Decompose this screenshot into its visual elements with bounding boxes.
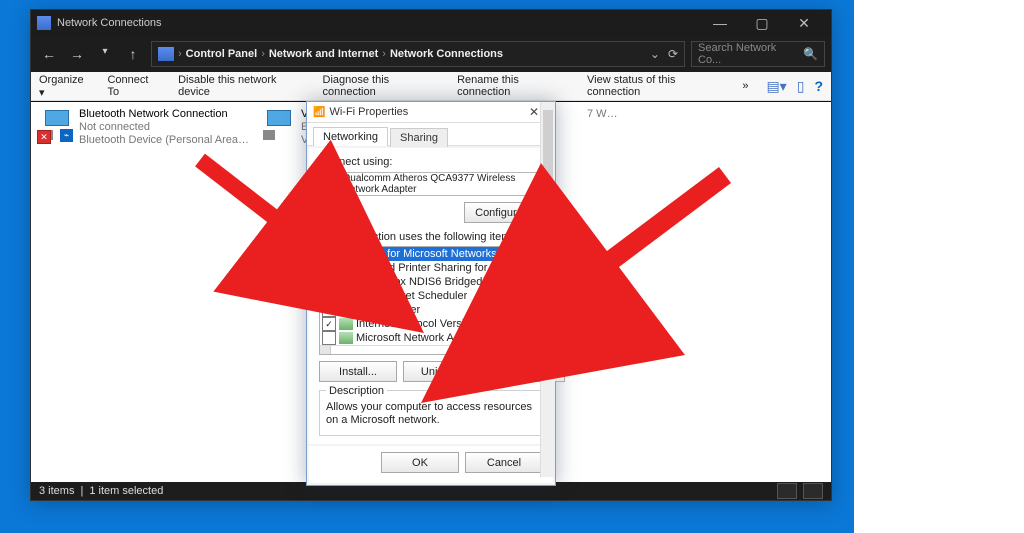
search-icon: 🔍 xyxy=(803,47,818,61)
view-list-icon[interactable] xyxy=(777,483,797,499)
items-label: This connection uses the following items… xyxy=(319,231,543,243)
wifi-properties-dialog: 📶 Wi-Fi Properties ✕ Networking Sharing … xyxy=(306,101,556,486)
breadcrumb-a[interactable]: Control Panel xyxy=(186,48,258,60)
item-icon xyxy=(339,318,353,330)
item-checkbox[interactable] xyxy=(322,331,336,345)
connect-using-label: Connect using: xyxy=(319,156,543,168)
viewstatus-button[interactable]: View status of this connection xyxy=(587,74,724,98)
search-input[interactable]: Search Network Co... 🔍 xyxy=(691,41,825,67)
dialog-titlebar[interactable]: 📶 Wi-Fi Properties ✕ xyxy=(307,102,555,123)
listbox-item[interactable]: Microsoft Network Adapter Multiplexor Pr… xyxy=(320,331,542,345)
toolbar-more[interactable]: » xyxy=(742,80,748,92)
minimize-button[interactable]: — xyxy=(699,10,741,36)
adapter-icon xyxy=(324,177,337,191)
desktop-background: Network Connections — ▢ ✕ ← → ▾ ↑ › Cont… xyxy=(0,0,1024,533)
item-icon xyxy=(339,290,353,302)
disconnected-icon: ✕ xyxy=(37,130,51,144)
maximize-button[interactable]: ▢ xyxy=(741,10,783,36)
window-titlebar[interactable]: Network Connections — ▢ ✕ xyxy=(31,10,831,36)
description-text: Allows your computer to access resources… xyxy=(326,401,536,427)
nav-bar: ← → ▾ ↑ › Control Panel › Network and In… xyxy=(31,36,831,72)
listbox-horizontal-scrollbar[interactable] xyxy=(320,345,542,354)
recent-button[interactable]: ▾ xyxy=(93,46,117,62)
window-title: Network Connections xyxy=(57,17,162,29)
tab-networking[interactable]: Networking xyxy=(313,127,388,146)
rename-button[interactable]: Rename this connection xyxy=(457,74,569,98)
item-icon xyxy=(339,304,353,316)
bluetooth-icon: ⌁ xyxy=(60,129,73,142)
conn-detail: Bluetooth Device (Personal Area ... xyxy=(79,134,249,147)
close-button[interactable]: ✕ xyxy=(783,10,825,36)
adapter-box[interactable]: Qualcomm Atheros QCA9377 Wireless Networ… xyxy=(319,172,543,196)
item-checkbox[interactable] xyxy=(322,275,336,289)
breadcrumb-icon xyxy=(158,47,174,61)
connectto-button[interactable]: Connect To xyxy=(107,74,160,98)
listbox-vertical-scrollbar[interactable] xyxy=(540,102,555,477)
dialog-tabs: Networking Sharing xyxy=(307,123,555,146)
ok-button[interactable]: OK xyxy=(381,452,459,473)
command-toolbar: Organize ▾ Connect To Disable this netwo… xyxy=(31,72,831,101)
item-checkbox[interactable] xyxy=(322,303,336,317)
item-checkbox[interactable] xyxy=(322,289,336,303)
tab-sharing[interactable]: Sharing xyxy=(390,128,448,147)
listbox-item[interactable]: VirtualBox NDIS6 Bridged Networking Driv… xyxy=(320,275,542,289)
configure-button[interactable]: Configure... xyxy=(464,202,543,223)
listbox-item[interactable]: Internet Protocol Version 4 (TCP/IPv4) xyxy=(320,317,542,331)
back-button[interactable]: ← xyxy=(37,46,61,62)
adapter-name: Qualcomm Atheros QCA9377 Wireless Networ… xyxy=(343,173,538,195)
item-label: Bridge Driver xyxy=(356,304,420,316)
conn-detail: 7 Wir... xyxy=(587,108,619,121)
search-placeholder: Search Network Co... xyxy=(698,42,797,66)
item-icon xyxy=(339,332,353,344)
listbox-item[interactable]: Bridge Driver xyxy=(320,303,542,317)
statusbar-selected: 1 item selected xyxy=(89,485,163,497)
conn-status: Not connected xyxy=(79,121,249,134)
cancel-button[interactable]: Cancel xyxy=(465,452,543,473)
item-label: QoS Packet Scheduler xyxy=(356,290,467,302)
item-label: File and Printer Sharing for Microsoft N… xyxy=(356,262,540,274)
description-box: Description Allows your computer to acce… xyxy=(319,390,543,436)
dialog-title: Wi-Fi Properties xyxy=(329,106,408,118)
listbox-item[interactable]: Client for Microsoft Networks xyxy=(320,247,542,261)
forward-button[interactable]: → xyxy=(65,46,89,62)
statusbar-items: 3 items xyxy=(39,485,74,497)
organize-button[interactable]: Organize ▾ xyxy=(39,74,89,99)
item-checkbox[interactable] xyxy=(322,317,336,331)
connection-items-listbox[interactable]: Client for Microsoft Networks File and Pr… xyxy=(319,246,543,355)
breadcrumb-c[interactable]: Network Connections xyxy=(390,48,503,60)
preview-pane-icon[interactable]: ▯ xyxy=(797,78,805,95)
connection-wifi[interactable]: 7 Wir... xyxy=(587,108,647,121)
refresh-icon[interactable]: ⟳ xyxy=(668,47,678,61)
item-checkbox[interactable] xyxy=(322,261,336,275)
listbox-item[interactable]: QoS Packet Scheduler xyxy=(320,289,542,303)
install-button[interactable]: Install... xyxy=(319,361,397,382)
up-button[interactable]: ↑ xyxy=(121,46,145,62)
wifi-icon: 📶 xyxy=(313,107,325,118)
listbox-item[interactable]: File and Printer Sharing for Microsoft N… xyxy=(320,261,542,275)
view-details-icon[interactable] xyxy=(803,483,823,499)
window-icon xyxy=(37,16,51,30)
breadcrumb[interactable]: › Control Panel › Network and Internet ›… xyxy=(151,41,685,67)
item-label: Microsoft Network Adapter Multiplexor Pr… xyxy=(356,332,540,344)
item-checkbox[interactable] xyxy=(322,247,336,261)
connection-bluetooth[interactable]: ⌁ ✕ Bluetooth Network Connection Not conn… xyxy=(39,108,269,147)
item-label: VirtualBox NDIS6 Bridged Networking Driv… xyxy=(356,276,540,288)
uninstall-button[interactable]: Uninstall xyxy=(403,361,481,382)
diagnose-button[interactable]: Diagnose this connection xyxy=(323,74,440,98)
help-icon[interactable]: ? xyxy=(814,78,823,94)
view-options-icon[interactable]: ▤▾ xyxy=(766,78,786,95)
item-icon xyxy=(339,248,353,260)
conn-title: Bluetooth Network Connection xyxy=(79,108,249,121)
description-label: Description xyxy=(326,385,387,397)
item-icon xyxy=(339,276,353,288)
right-white-panel xyxy=(854,0,1024,533)
item-label: Internet Protocol Version 4 (TCP/IPv4) xyxy=(356,318,540,330)
breadcrumb-dropdown-icon[interactable]: ⌄ xyxy=(650,47,660,61)
item-label: Client for Microsoft Networks xyxy=(356,248,497,260)
disable-button[interactable]: Disable this network device xyxy=(178,74,304,98)
item-icon xyxy=(339,262,353,274)
breadcrumb-b[interactable]: Network and Internet xyxy=(269,48,378,60)
